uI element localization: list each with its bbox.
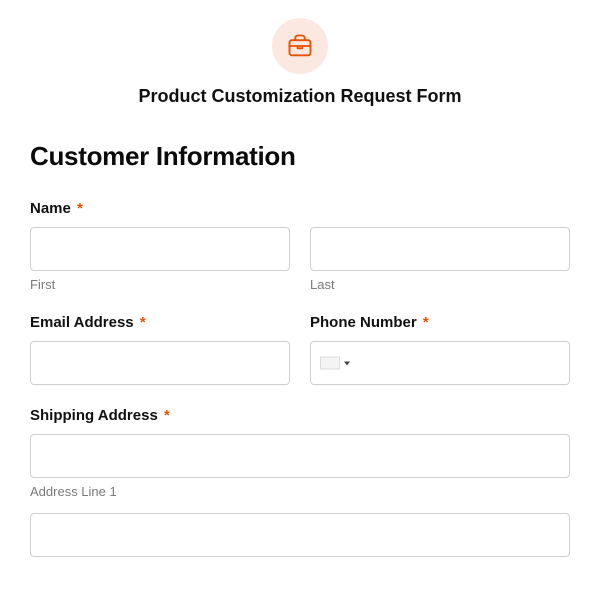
required-mark: *	[140, 314, 146, 331]
address-line1-sublabel: Address Line 1	[30, 484, 570, 499]
required-mark: *	[77, 200, 83, 217]
last-name-input[interactable]	[310, 227, 570, 271]
form-title: Product Customization Request Form	[138, 86, 461, 107]
last-name-col: Last	[310, 227, 570, 292]
name-field-group: Name * First Last	[30, 200, 570, 292]
email-label-text: Email Address	[30, 314, 134, 331]
phone-label: Phone Number *	[310, 314, 570, 331]
address-line2-input[interactable]	[30, 513, 570, 557]
first-name-sublabel: First	[30, 277, 290, 292]
phone-label-text: Phone Number	[310, 314, 417, 331]
shipping-label: Shipping Address *	[30, 407, 570, 424]
email-col: Email Address *	[30, 314, 290, 385]
phone-input-wrap	[310, 341, 570, 385]
shipping-field-group: Shipping Address * Address Line 1	[30, 407, 570, 557]
spacer	[30, 499, 570, 513]
required-mark: *	[423, 314, 429, 331]
phone-col: Phone Number *	[310, 314, 570, 385]
contact-row-group: Email Address * Phone Number *	[30, 314, 570, 385]
required-mark: *	[164, 407, 170, 424]
name-label: Name *	[30, 200, 570, 217]
contact-row: Email Address * Phone Number *	[30, 314, 570, 385]
shipping-label-text: Shipping Address	[30, 407, 158, 424]
briefcase-icon	[286, 32, 314, 60]
name-label-text: Name	[30, 200, 71, 217]
last-name-sublabel: Last	[310, 277, 570, 292]
form-container: Product Customization Request Form Custo…	[0, 0, 600, 557]
email-input[interactable]	[30, 341, 290, 385]
first-name-col: First	[30, 227, 290, 292]
section-heading: Customer Information	[30, 141, 570, 172]
email-label: Email Address *	[30, 314, 290, 331]
first-name-input[interactable]	[30, 227, 290, 271]
address-line1-input[interactable]	[30, 434, 570, 478]
form-header: Product Customization Request Form	[30, 0, 570, 133]
header-icon-circle	[272, 18, 328, 74]
phone-input[interactable]	[310, 341, 570, 385]
name-row: First Last	[30, 227, 570, 292]
